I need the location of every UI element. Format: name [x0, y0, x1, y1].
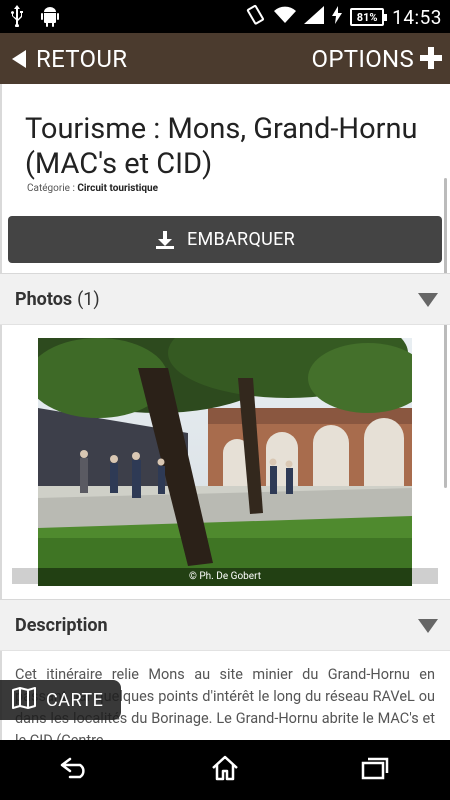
photos-section-header[interactable]: Photos (1) — [0, 273, 450, 325]
category-line: Catégorie : Circuit touristique — [27, 183, 158, 194]
scrollbar[interactable] — [444, 178, 447, 488]
chevron-down-icon — [418, 293, 438, 307]
tour-photo[interactable] — [38, 338, 412, 586]
nav-home-icon — [211, 755, 239, 785]
plus-icon — [420, 41, 442, 75]
back-arrow-icon — [12, 49, 26, 68]
map-label: CARTE — [46, 689, 104, 711]
options-button[interactable]: OPTIONS — [312, 33, 442, 84]
nav-home-button[interactable] — [195, 740, 255, 800]
content-scroll[interactable]: Tourisme : Mons, Grand-Hornu (MAC's et C… — [0, 84, 450, 740]
embark-button[interactable]: EMBARQUER — [8, 216, 442, 263]
map-icon — [12, 687, 36, 713]
map-button[interactable]: CARTE — [0, 680, 121, 720]
android-icon — [40, 5, 60, 31]
download-icon — [155, 230, 175, 250]
description-label: Description — [15, 614, 108, 636]
action-bar: RETOUR OPTIONS — [0, 33, 450, 84]
charging-icon — [332, 6, 343, 28]
options-label: OPTIONS — [311, 44, 414, 73]
category-prefix: Catégorie : — [27, 183, 75, 194]
nav-recent-apps-icon — [361, 756, 389, 784]
wifi-icon — [274, 6, 297, 28]
photo-credit: © Ph. De Gobert — [38, 568, 412, 586]
photos-count: (1) — [77, 288, 100, 310]
page-title: Tourisme : Mons, Grand-Hornu (MAC's et C… — [25, 112, 418, 181]
battery-indicator: 81% — [350, 8, 388, 26]
nav-recent-apps-button[interactable] — [345, 740, 405, 800]
embark-label: EMBARQUER — [186, 229, 296, 250]
system-nav-bar — [0, 740, 450, 800]
clock: 14:53 — [392, 5, 442, 29]
signal-icon — [304, 6, 325, 28]
back-button[interactable]: RETOUR — [8, 33, 127, 84]
status-bar: 81% 14:53 — [0, 0, 450, 33]
chevron-down-icon — [418, 619, 438, 633]
description-section-header[interactable]: Description — [0, 599, 450, 651]
nav-back-icon — [60, 757, 90, 783]
photos-label: Photos — [15, 288, 73, 310]
category-value: Circuit touristique — [77, 183, 159, 194]
vibrate-icon — [244, 4, 266, 30]
nav-back-button[interactable] — [45, 740, 105, 800]
usb-icon — [10, 5, 24, 31]
back-label: RETOUR — [36, 44, 128, 73]
